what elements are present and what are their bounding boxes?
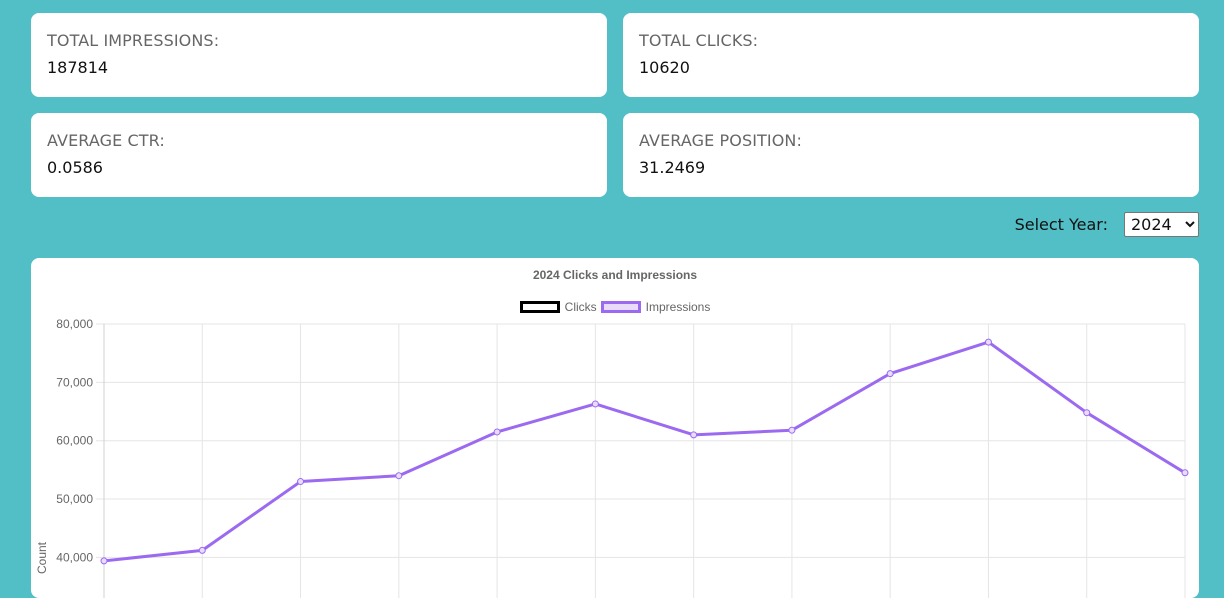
average-position-card: AVERAGE POSITION: 31.2469 <box>623 113 1199 197</box>
year-selector-row: Select Year: 2024 <box>1015 212 1199 237</box>
impressions-point <box>493 428 501 436</box>
impressions-point <box>690 431 698 439</box>
year-select[interactable]: 2024 <box>1124 212 1199 237</box>
chart-card: 2024 Clicks and Impressions Clicks Impre… <box>31 258 1199 598</box>
total-clicks-label: TOTAL CLICKS: <box>639 31 759 50</box>
total-impressions-value: 187814 <box>47 58 109 77</box>
average-ctr-value: 0.0586 <box>47 158 103 177</box>
y-tick-label: 70,000 <box>56 375 93 389</box>
average-ctr-label: AVERAGE CTR: <box>47 131 165 150</box>
impressions-point <box>984 338 992 346</box>
impressions-point <box>886 370 894 378</box>
total-impressions-card: TOTAL IMPRESSIONS: 187814 <box>31 13 607 97</box>
total-clicks-value: 10620 <box>639 58 690 77</box>
total-clicks-card: TOTAL CLICKS: 10620 <box>623 13 1199 97</box>
impressions-point <box>1181 469 1189 477</box>
y-tick-label: 40,000 <box>56 550 93 564</box>
y-tick-label: 60,000 <box>56 434 93 448</box>
line-chart: 80,000 70,000 60,000 50,000 40,000 Count <box>35 317 1189 598</box>
y-tick-label: 80,000 <box>56 317 93 331</box>
y-axis-label: Count <box>35 541 49 574</box>
year-select-label: Select Year: <box>1014 215 1108 234</box>
average-ctr-card: AVERAGE CTR: 0.0586 <box>31 113 607 197</box>
y-tick-label: 50,000 <box>56 492 93 506</box>
impressions-point <box>591 400 599 408</box>
impressions-series-line <box>103 340 1186 563</box>
impressions-point <box>395 472 403 480</box>
impressions-point <box>297 478 305 486</box>
impressions-point <box>1083 409 1091 417</box>
average-position-value: 31.2469 <box>639 158 706 177</box>
impressions-point <box>788 426 796 434</box>
impressions-point <box>100 557 108 565</box>
average-position-label: AVERAGE POSITION: <box>639 131 802 150</box>
impressions-point <box>198 546 206 554</box>
total-impressions-label: TOTAL IMPRESSIONS: <box>47 31 220 50</box>
